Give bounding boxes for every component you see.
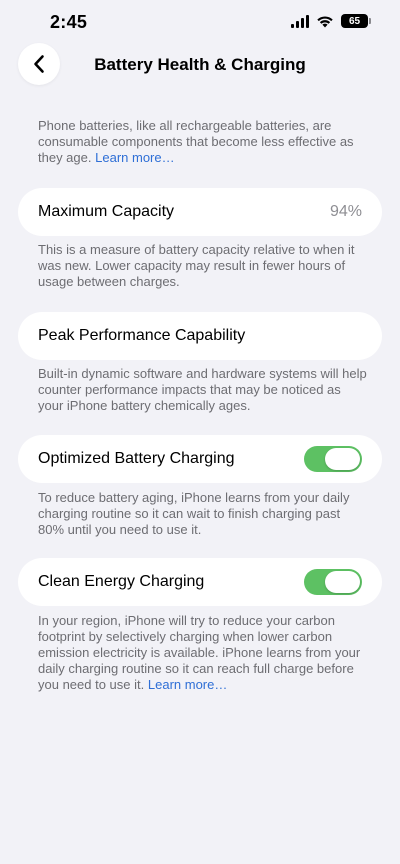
optimized-charging-toggle[interactable] — [304, 446, 362, 472]
status-time: 2:45 — [50, 12, 88, 32]
toggle-knob — [325, 571, 360, 593]
toggle-knob — [325, 448, 360, 470]
optimized-charging-label: Optimized Battery Charging — [38, 450, 235, 467]
learn-more-link[interactable]: Learn more… — [95, 150, 174, 165]
learn-more-link[interactable]: Learn more… — [148, 677, 227, 692]
status-icons: 65 — [291, 14, 371, 28]
maximum-capacity-value: 94% — [329, 203, 362, 220]
peak-performance-footnote: Built-in dynamic software and hardware s… — [38, 366, 367, 413]
peak-performance-label: Peak Performance Capability — [38, 327, 246, 344]
maximum-capacity-row: Maximum Capacity 94% — [18, 188, 382, 236]
clean-energy-label: Clean Energy Charging — [38, 573, 205, 590]
clean-energy-toggle[interactable] — [304, 569, 362, 595]
optimized-charging-row: Optimized Battery Charging — [18, 435, 382, 483]
intro-text: Phone batteries, like all rechargeable b… — [38, 118, 354, 165]
wifi-icon — [317, 15, 333, 27]
peak-performance-row: Peak Performance Capability — [18, 312, 382, 360]
optimized-charging-footnote: To reduce battery aging, iPhone learns f… — [38, 490, 350, 537]
maximum-capacity-footnote: This is a measure of battery capacity re… — [38, 242, 355, 289]
maximum-capacity-label: Maximum Capacity — [38, 203, 175, 220]
battery-level: 65 — [348, 15, 361, 27]
status-bar: 2:45 65 — [0, 0, 400, 48]
clean-energy-row: Clean Energy Charging — [18, 558, 382, 606]
clean-energy-footnote: In your region, iPhone will try to reduc… — [38, 613, 368, 693]
page-title: Battery Health & Charging — [94, 55, 306, 74]
intro-description: Phone batteries, like all rechargeable b… — [38, 118, 368, 166]
battery-health-screen: 2:45 65 Battery Health & Charging Phone … — [0, 0, 400, 864]
battery-icon: 65 — [341, 14, 371, 28]
cellular-signal-icon — [291, 14, 309, 28]
